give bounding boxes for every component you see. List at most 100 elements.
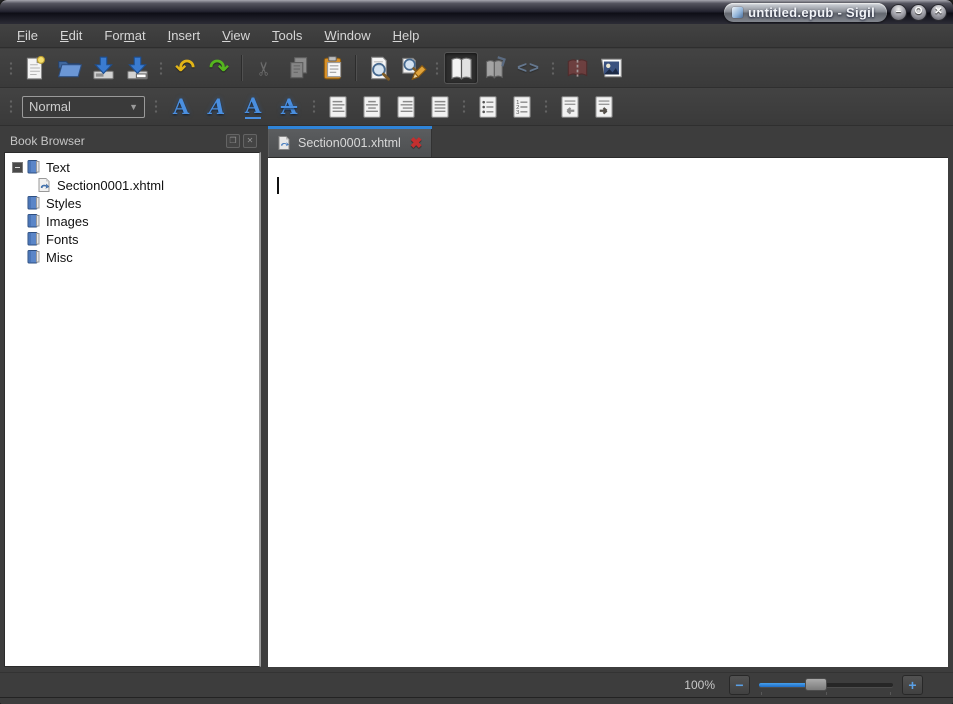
chapter-break-icon xyxy=(564,55,591,81)
menu-window[interactable]: Window xyxy=(313,25,381,46)
toolbar-separator xyxy=(158,61,164,76)
bullet-list-button[interactable] xyxy=(471,91,505,123)
new-document-icon xyxy=(22,55,48,81)
title-bar[interactable]: untitled.epub - Sigil – O ✕ xyxy=(0,0,953,24)
indent-icon xyxy=(591,93,617,121)
minimize-button[interactable]: – xyxy=(890,4,907,21)
find-replace-button[interactable] xyxy=(396,52,430,84)
save-icon xyxy=(90,55,117,81)
zoom-in-button[interactable]: + xyxy=(902,675,923,695)
toolbar-separator xyxy=(434,61,440,76)
align-left-icon xyxy=(325,93,351,121)
save-as-button[interactable] xyxy=(120,52,154,84)
redo-button[interactable]: ↷ xyxy=(202,52,236,84)
outdent-icon xyxy=(557,93,583,121)
indent-button[interactable] xyxy=(587,91,621,123)
menu-edit[interactable]: Edit xyxy=(49,25,93,46)
menu-help[interactable]: Help xyxy=(382,25,431,46)
tab-close-icon[interactable]: ✖ xyxy=(410,136,423,151)
undo-icon: ↶ xyxy=(175,56,195,80)
format-toolbar: Normal ▼ A A A A xyxy=(0,88,953,126)
toolbar-separator xyxy=(311,99,317,114)
tree-item-label: Fonts xyxy=(46,232,79,247)
tree-item-misc[interactable]: Misc xyxy=(5,248,259,266)
tab-bar: Section0001.xhtml ✖ xyxy=(268,126,948,157)
tree-item-text[interactable]: Text xyxy=(5,158,259,176)
collapse-toggle-icon[interactable] xyxy=(12,162,23,173)
justify-button[interactable] xyxy=(423,91,457,123)
menu-bar: File Edit Format Insert View Tools Windo… xyxy=(0,24,953,48)
zoom-out-button[interactable]: − xyxy=(729,675,750,695)
cut-button[interactable]: ✂ xyxy=(248,52,282,84)
folder-icon xyxy=(25,231,41,247)
tree-item-section0001[interactable]: Section0001.xhtml xyxy=(5,176,259,194)
insert-image-button[interactable] xyxy=(594,52,628,84)
close-panel-button[interactable]: ✕ xyxy=(243,134,257,148)
new-button[interactable] xyxy=(18,52,52,84)
toolbar-separator xyxy=(355,55,357,81)
cut-icon: ✂ xyxy=(253,60,276,76)
text-editor[interactable] xyxy=(268,157,948,667)
editor-pane: Section0001.xhtml ✖ xyxy=(268,126,948,667)
float-panel-button[interactable]: ❐ xyxy=(226,134,240,148)
book-view-button[interactable] xyxy=(444,52,478,84)
toolbar-separator xyxy=(550,61,556,76)
align-center-button[interactable] xyxy=(355,91,389,123)
italic-button[interactable]: A xyxy=(199,92,235,122)
menu-insert[interactable]: Insert xyxy=(157,25,212,46)
bold-button[interactable]: A xyxy=(163,92,199,122)
justify-icon xyxy=(427,93,453,121)
align-right-icon xyxy=(393,93,419,121)
book-browser-title: Book Browser xyxy=(10,134,223,148)
align-center-icon xyxy=(359,93,385,121)
chapter-break-button[interactable] xyxy=(560,52,594,84)
code-view-button[interactable]: <> xyxy=(512,52,546,84)
xhtml-document-icon xyxy=(276,135,292,151)
find-button[interactable] xyxy=(362,52,396,84)
app-icon xyxy=(732,7,743,18)
menu-view[interactable]: View xyxy=(211,25,261,46)
close-button[interactable]: ✕ xyxy=(930,4,947,21)
numbered-list-icon: 1 2 3 xyxy=(509,93,535,121)
main-area: Book Browser ❐ ✕ Text xyxy=(0,126,953,672)
maximize-button[interactable]: O xyxy=(910,4,927,21)
toolbar-drag-handle[interactable] xyxy=(8,99,14,114)
menu-file[interactable]: File xyxy=(6,25,49,46)
undo-button[interactable]: ↶ xyxy=(168,52,202,84)
align-left-button[interactable] xyxy=(321,91,355,123)
toolbar-drag-handle[interactable] xyxy=(8,61,14,76)
paste-button[interactable] xyxy=(316,52,350,84)
menu-format[interactable]: Format xyxy=(93,25,156,46)
strikethrough-icon: A xyxy=(281,96,297,117)
menu-tools[interactable]: Tools xyxy=(261,25,313,46)
heading-style-select[interactable]: Normal ▼ xyxy=(22,96,145,118)
zoom-slider[interactable] xyxy=(759,675,893,695)
tree-item-styles[interactable]: Styles xyxy=(5,194,259,212)
slider-handle[interactable] xyxy=(805,678,827,691)
folder-icon xyxy=(25,159,41,175)
tree-item-label: Text xyxy=(46,160,70,175)
split-view-icon xyxy=(482,55,509,82)
tree-item-fonts[interactable]: Fonts xyxy=(5,230,259,248)
split-view-button[interactable] xyxy=(478,52,512,84)
strikethrough-button[interactable]: A xyxy=(271,92,307,122)
tree-item-label: Images xyxy=(46,214,89,229)
copy-button[interactable] xyxy=(282,52,316,84)
outdent-button[interactable] xyxy=(553,91,587,123)
align-right-button[interactable] xyxy=(389,91,423,123)
underline-button[interactable]: A xyxy=(235,92,271,122)
code-view-icon: <> xyxy=(517,58,541,78)
book-view-icon xyxy=(448,55,475,82)
bullet-list-icon xyxy=(475,93,501,121)
window-controls: – O ✕ xyxy=(890,4,947,21)
numbered-list-button[interactable]: 1 2 3 xyxy=(505,91,539,123)
tree-item-images[interactable]: Images xyxy=(5,212,259,230)
title-area: untitled.epub - Sigil xyxy=(724,3,887,22)
status-bar: 100% − + xyxy=(0,672,953,698)
underline-icon: A xyxy=(245,95,261,119)
panel-splitter[interactable] xyxy=(261,126,268,672)
tab-section0001[interactable]: Section0001.xhtml ✖ xyxy=(268,129,432,157)
save-button[interactable] xyxy=(86,52,120,84)
open-button[interactable] xyxy=(52,52,86,84)
sigil-window: untitled.epub - Sigil – O ✕ File Edit Fo… xyxy=(0,0,953,704)
